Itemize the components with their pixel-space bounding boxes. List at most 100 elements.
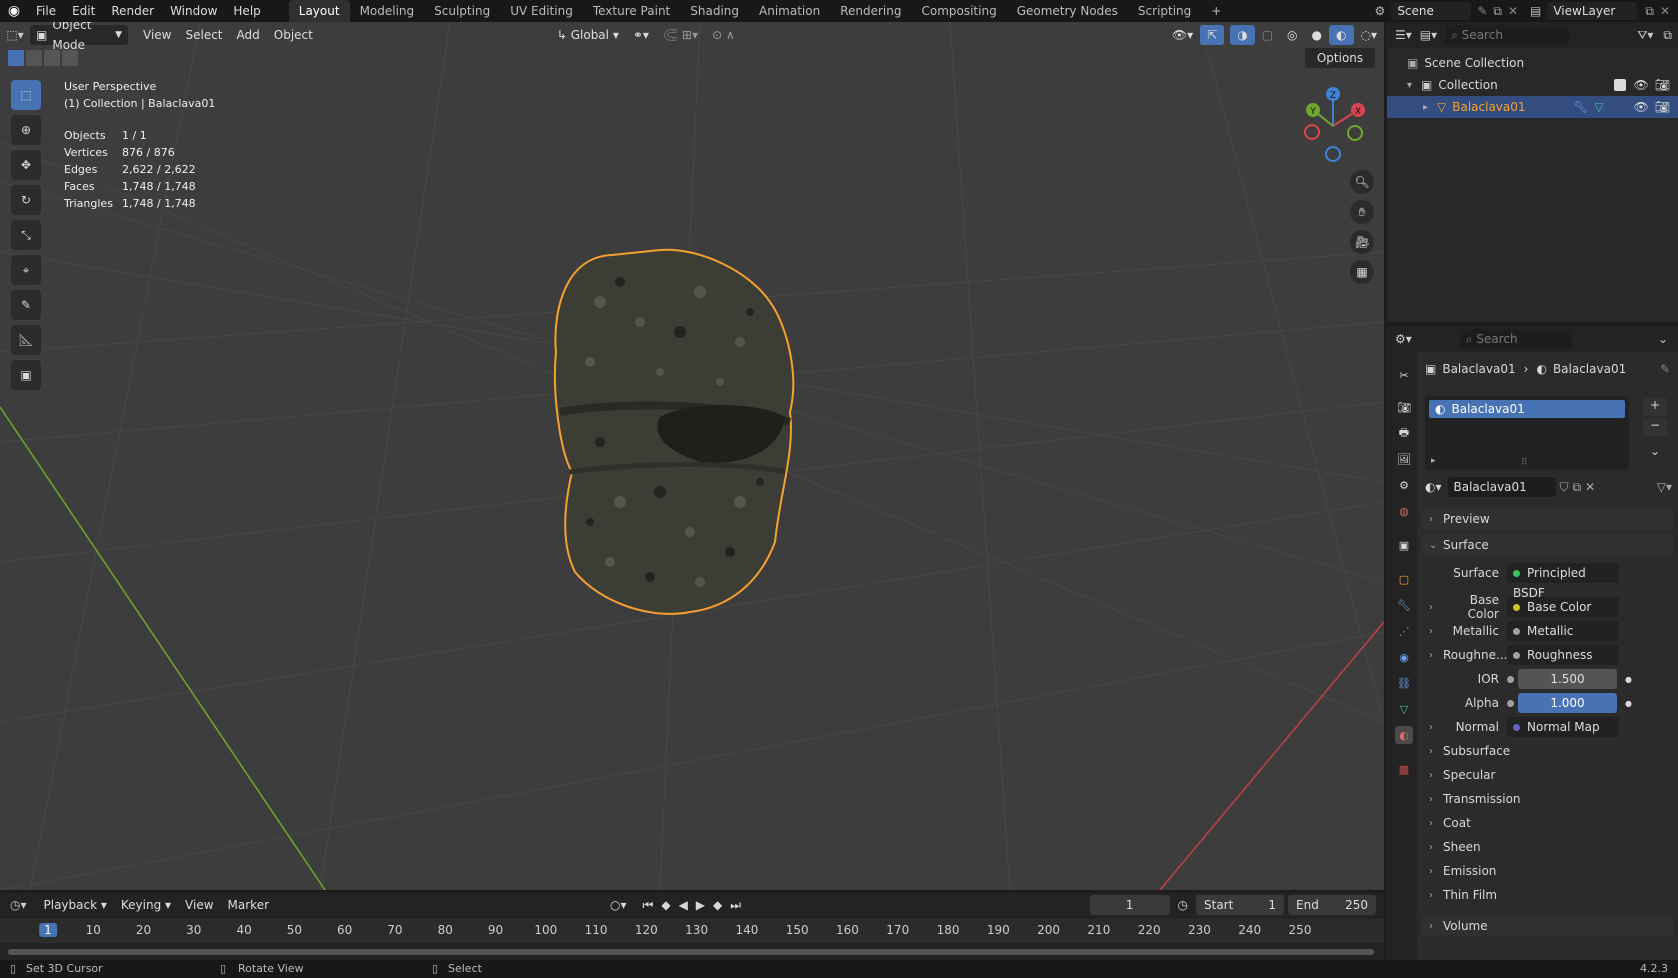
fake-user-icon[interactable]: ⛉ bbox=[1560, 480, 1569, 495]
3d-viewport[interactable]: ⬚▾ ▣ Object Mode ▼ View Select Add Object … bbox=[0, 22, 1384, 890]
camera-render-icon[interactable]: 📷︎ bbox=[1655, 78, 1670, 92]
view-layer-tab-icon[interactable]: 🖼︎ bbox=[1395, 450, 1413, 468]
editor-type-icon[interactable]: ⬚▾ bbox=[0, 28, 30, 42]
chevron-right-icon[interactable]: ▸ bbox=[1423, 102, 1437, 113]
transform-orientation[interactable]: ↳ Global ▾ bbox=[550, 25, 626, 45]
tab-rendering[interactable]: Rendering bbox=[830, 0, 911, 22]
select-menu[interactable]: Select bbox=[178, 25, 229, 45]
link-type-icon[interactable]: ▽▾ bbox=[1657, 480, 1672, 494]
start-frame-field[interactable]: Start 1 bbox=[1196, 895, 1284, 915]
pan-hand-icon[interactable]: ✋︎ bbox=[1350, 200, 1374, 224]
snap-icon[interactable]: 🧲︎ ⊞▾ bbox=[656, 25, 705, 45]
duplicate-material-icon[interactable]: ⧉ bbox=[1573, 480, 1582, 495]
menu-render[interactable]: Render bbox=[103, 0, 162, 22]
keyframe-dot-icon[interactable]: ● bbox=[1625, 675, 1632, 684]
object-tab-icon[interactable]: ▢ bbox=[1395, 570, 1413, 588]
menu-edit[interactable]: Edit bbox=[64, 0, 103, 22]
tab-uv-editing[interactable]: UV Editing bbox=[500, 0, 583, 22]
modifier-wrench-icon[interactable]: 🔧︎ bbox=[1573, 100, 1588, 114]
menu-file[interactable]: File bbox=[28, 0, 64, 22]
physics-tab-icon[interactable]: ◉ bbox=[1395, 648, 1413, 666]
jump-end-icon[interactable]: ⏭ bbox=[730, 898, 741, 913]
jump-start-icon[interactable]: ⏮ bbox=[643, 898, 654, 913]
timeline-editor-icon[interactable]: ◷▾ bbox=[10, 898, 27, 912]
outliner-search-input[interactable]: ⌕ Search bbox=[1445, 25, 1570, 45]
tab-texture-paint[interactable]: Texture Paint bbox=[583, 0, 680, 22]
close-icon[interactable]: ✕ bbox=[1660, 4, 1670, 18]
modifier-tab-icon[interactable]: 🔧︎ bbox=[1395, 596, 1413, 614]
expand-icon[interactable]: ▸ bbox=[1431, 456, 1436, 466]
chevron-right-icon[interactable]: › bbox=[1429, 650, 1443, 661]
subpanel-coat[interactable]: › Coat bbox=[1417, 812, 1678, 834]
view-layer-selector[interactable]: ViewLayer bbox=[1547, 2, 1638, 20]
volume-panel-header[interactable]: › Volume bbox=[1421, 915, 1674, 937]
proportional-edit-icon[interactable]: ⊙ ∧ bbox=[705, 25, 742, 45]
timeline-scrollbar[interactable] bbox=[8, 949, 1374, 955]
new-view-layer-icon[interactable]: ⧉ bbox=[1645, 4, 1654, 19]
menu-help[interactable]: Help bbox=[225, 0, 268, 22]
scene-selector[interactable]: Scene bbox=[1391, 2, 1472, 20]
navigation-gizmo[interactable]: Z X Y bbox=[1295, 84, 1370, 164]
mesh-data-icon[interactable]: ▽ bbox=[1594, 100, 1603, 114]
view-menu[interactable]: View bbox=[136, 25, 178, 45]
add-workspace-button[interactable]: + bbox=[1201, 0, 1231, 22]
tab-compositing[interactable]: Compositing bbox=[911, 0, 1006, 22]
select-extend-icon[interactable] bbox=[26, 50, 42, 66]
scene-tab-icon[interactable]: ⚙ bbox=[1395, 476, 1413, 494]
select-intersect-icon[interactable] bbox=[62, 50, 78, 66]
ortho-grid-icon[interactable]: ▦ bbox=[1350, 260, 1374, 284]
chevron-right-icon[interactable]: › bbox=[1429, 722, 1443, 733]
select-box-icon[interactable] bbox=[8, 50, 24, 66]
material-slot-item[interactable]: ◐ Balaclava01 bbox=[1429, 400, 1625, 418]
scale-tool-icon[interactable]: ⤡ bbox=[11, 220, 41, 250]
material-preview-icon[interactable]: ◐ bbox=[1329, 25, 1354, 45]
tab-modeling[interactable]: Modeling bbox=[350, 0, 425, 22]
camera-render-icon[interactable]: 📷︎ bbox=[1655, 100, 1670, 114]
keyframe-dot-icon[interactable]: ● bbox=[1625, 699, 1632, 708]
outliner-editor-icon[interactable]: ☰▾ bbox=[1395, 28, 1412, 42]
input-link-field[interactable]: Base Color bbox=[1507, 597, 1619, 617]
alpha-number-field[interactable]: 1.000 bbox=[1518, 693, 1617, 713]
chevron-down-icon[interactable]: ▾ bbox=[1407, 80, 1421, 91]
material-tab-icon[interactable]: ◐ bbox=[1395, 726, 1413, 744]
add-slot-button[interactable]: + bbox=[1643, 398, 1667, 416]
subpanel-sheen[interactable]: › Sheen bbox=[1417, 836, 1678, 858]
remove-slot-button[interactable]: − bbox=[1643, 418, 1667, 436]
collection-tab-icon[interactable]: ▣ bbox=[1395, 536, 1413, 554]
options-button[interactable]: Options bbox=[1305, 48, 1375, 68]
ior-number-field[interactable]: 1.500 bbox=[1518, 669, 1617, 689]
tab-animation[interactable]: Animation bbox=[749, 0, 830, 22]
tab-layout[interactable]: Layout bbox=[288, 0, 350, 22]
new-collection-icon[interactable]: ⧉ bbox=[1663, 28, 1672, 43]
checkbox-icon[interactable] bbox=[1613, 79, 1626, 91]
pin-icon[interactable]: ✎ bbox=[1477, 4, 1487, 18]
texture-tab-icon[interactable]: ▩ bbox=[1395, 760, 1413, 778]
new-scene-icon[interactable]: ⧉ bbox=[1493, 4, 1502, 19]
select-subtract-icon[interactable] bbox=[44, 50, 60, 66]
close-icon[interactable]: ✕ bbox=[1508, 4, 1518, 18]
scene-collection-row[interactable]: ▣ Scene Collection bbox=[1387, 52, 1678, 74]
browse-material-icon[interactable]: ◐▾ bbox=[1425, 480, 1442, 494]
input-link-field[interactable]: Metallic bbox=[1507, 621, 1619, 641]
marker-menu[interactable]: Marker bbox=[221, 895, 276, 915]
output-tab-icon[interactable]: 🖶︎ bbox=[1395, 424, 1413, 442]
tab-shading[interactable]: Shading bbox=[680, 0, 749, 22]
particles-tab-icon[interactable]: ⋰ bbox=[1395, 622, 1413, 640]
add-cube-tool-icon[interactable]: ▣ bbox=[11, 360, 41, 390]
tool-tab-icon[interactable]: ✂ bbox=[1395, 366, 1413, 384]
subpanel-emission[interactable]: › Emission bbox=[1417, 860, 1678, 882]
collection-row[interactable]: ▾ ▣ Collection 👁︎ 📷︎ bbox=[1387, 74, 1678, 96]
world-tab-icon[interactable]: ◍ bbox=[1395, 502, 1413, 520]
zoom-icon[interactable]: 🔍︎ bbox=[1350, 170, 1374, 194]
wireframe-shading-icon[interactable]: ◎ bbox=[1280, 25, 1304, 45]
cursor-tool-icon[interactable]: ⊕ bbox=[11, 115, 41, 145]
socket-dot[interactable] bbox=[1507, 675, 1514, 683]
surface-shader-field[interactable]: Principled BSDF bbox=[1507, 563, 1619, 600]
properties-editor-icon[interactable]: ⚙▾ bbox=[1395, 332, 1412, 346]
chevron-right-icon[interactable]: › bbox=[1429, 602, 1443, 613]
scene-icon[interactable]: ⚙ bbox=[1375, 4, 1386, 18]
prev-keyframe-icon[interactable]: ◆ bbox=[661, 898, 670, 912]
constraints-tab-icon[interactable]: ⛓︎ bbox=[1395, 674, 1413, 692]
data-tab-icon[interactable]: ▽ bbox=[1395, 700, 1413, 718]
resize-handle[interactable]: ⠿ bbox=[1521, 458, 1528, 468]
